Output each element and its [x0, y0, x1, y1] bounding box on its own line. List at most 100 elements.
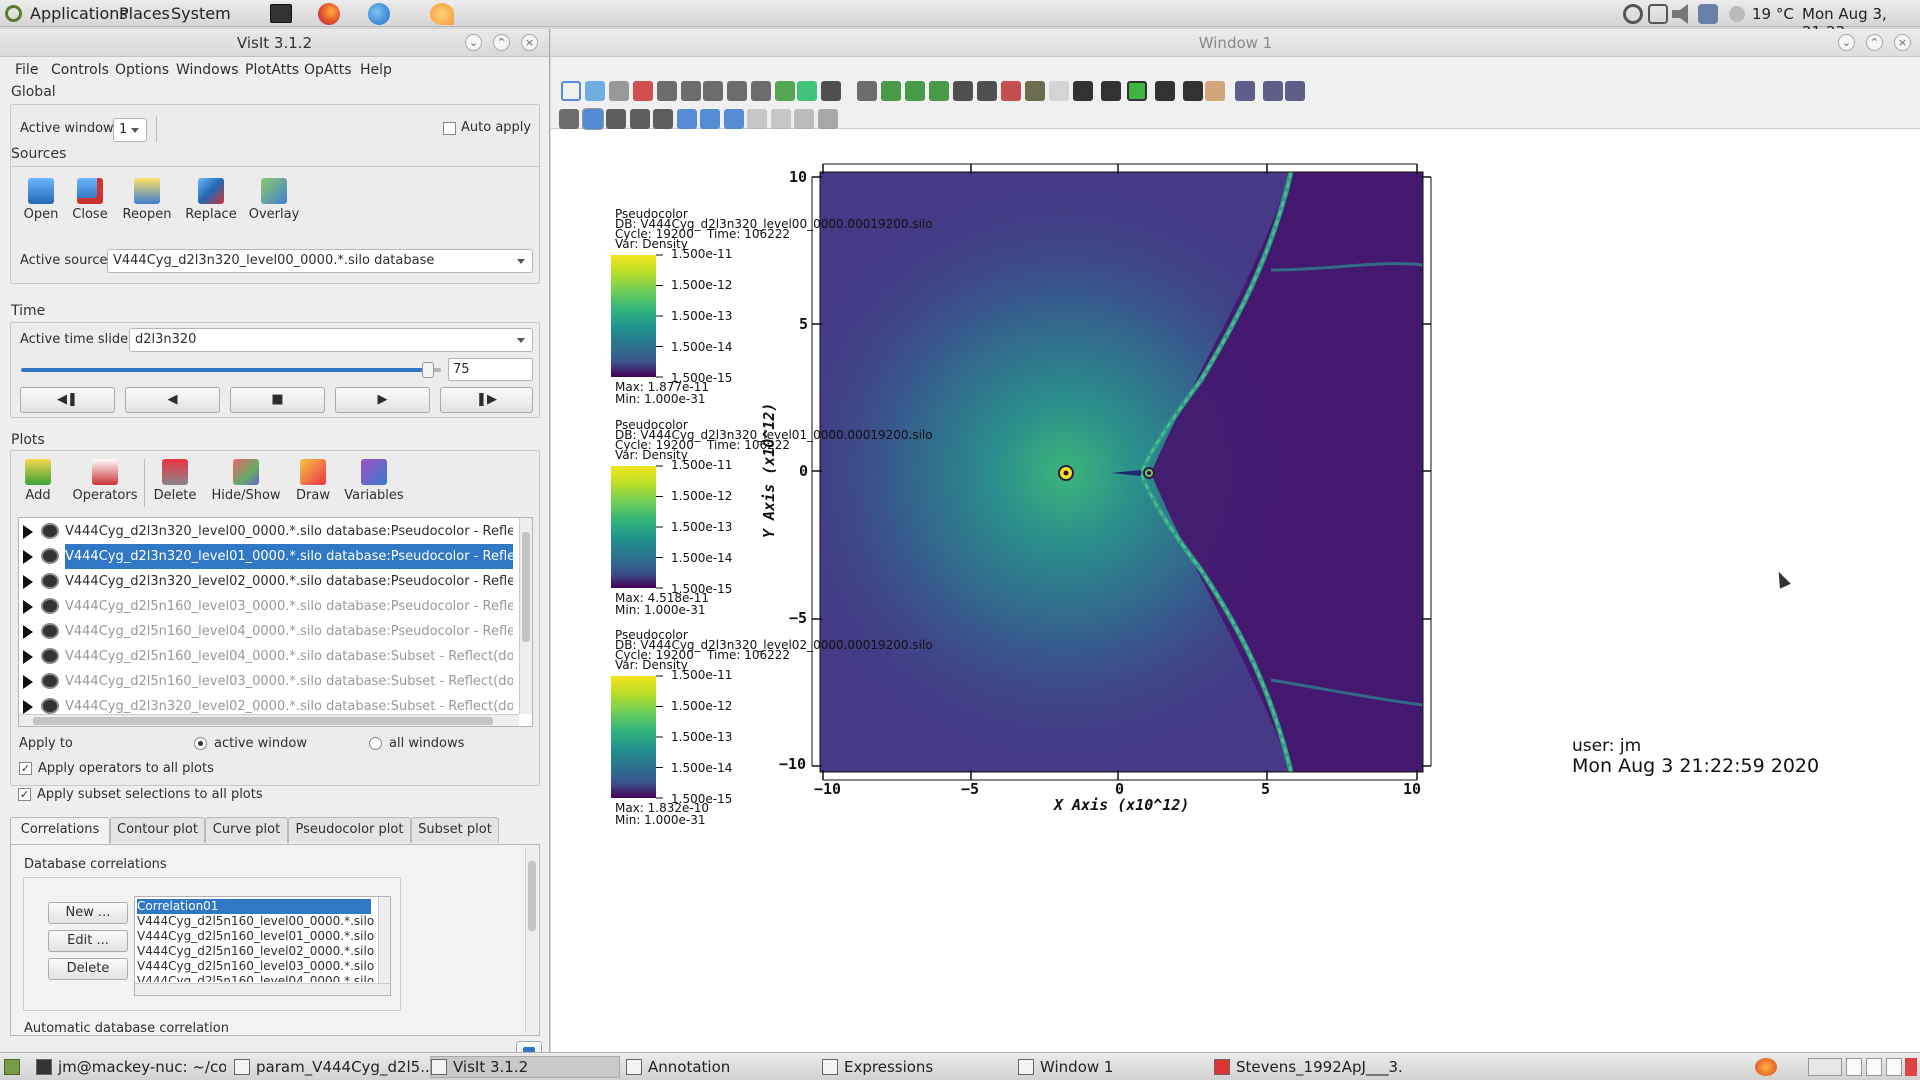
correlation-list-item[interactable]: V444Cyg_d2l5n160_level00_0000.*.silo: [137, 914, 374, 929]
auto-apply-checkbox[interactable]: [443, 122, 456, 135]
taskbar-item-annotation[interactable]: Annotation: [626, 1056, 816, 1078]
reverse-step-icon[interactable]: [1101, 81, 1121, 101]
pick-icon[interactable]: [1263, 81, 1283, 101]
pick-tool-icon[interactable]: [700, 109, 720, 129]
correlation-list[interactable]: Correlation01 V444Cyg_d2l5n160_level00_0…: [134, 896, 391, 996]
apply-subset-checkbox[interactable]: ✓: [18, 788, 31, 801]
expand-arrow-icon[interactable]: [23, 675, 33, 689]
visibility-icon[interactable]: [41, 698, 59, 714]
scrollbar-thumb[interactable]: [528, 861, 536, 931]
firefox-launcher-icon[interactable]: [318, 3, 340, 25]
plot-list-item[interactable]: V444Cyg_d2l5n160_level04_0000.*.silo dat…: [19, 619, 513, 644]
animation-icon[interactable]: [977, 81, 997, 101]
first-frame-icon[interactable]: [1073, 81, 1093, 101]
replace-button[interactable]: Replace: [184, 178, 238, 222]
taskbar-item-terminal[interactable]: jm@mackey-nuc: ~/co...: [36, 1056, 226, 1078]
lock-time-icon[interactable]: [821, 81, 841, 101]
taskbar-item-editor[interactable]: param_V444Cyg_d2l5...: [234, 1056, 430, 1078]
operators-button[interactable]: Operators: [71, 459, 139, 503]
temperature-readout[interactable]: 19 °C: [1752, 5, 1794, 23]
menu-options[interactable]: Options: [115, 62, 169, 78]
gui-titlebar[interactable]: VisIt 3.1.2 ⌄ ⌃ ×: [0, 29, 549, 57]
axis-tool-icon[interactable]: [817, 109, 838, 129]
overlay-button[interactable]: Overlay: [246, 178, 302, 222]
app-launcher-icon[interactable]: [430, 3, 454, 25]
update-icon[interactable]: [1623, 4, 1643, 24]
scrollbar-thumb[interactable]: [33, 717, 493, 725]
minimize-button[interactable]: ⌄: [465, 34, 482, 51]
firefox-tray-icon[interactable]: [1755, 1058, 1777, 1076]
taskbar-item-window1[interactable]: Window 1: [1018, 1056, 1208, 1078]
record-icon[interactable]: [1001, 81, 1021, 101]
distro-logo-icon[interactable]: [5, 5, 22, 22]
hide-show-button[interactable]: Hide/Show: [210, 459, 282, 503]
time-slider-track[interactable]: [21, 362, 441, 378]
navigate-icon[interactable]: [559, 109, 579, 129]
visibility-icon[interactable]: [41, 573, 59, 589]
visibility-icon[interactable]: [41, 623, 59, 639]
stop-animation-icon[interactable]: [1127, 81, 1147, 101]
expand-arrow-icon[interactable]: [23, 625, 33, 639]
menu-windows[interactable]: Windows: [176, 62, 239, 78]
new-correlation-button[interactable]: New ...: [48, 902, 128, 924]
apply-all-windows-radio[interactable]: [369, 737, 382, 750]
interact-mode-icon[interactable]: [561, 81, 581, 101]
scrollbar-thumb[interactable]: [522, 532, 530, 642]
plot-list-item[interactable]: V444Cyg_d2l5n160_level04_0000.*.silo dat…: [19, 644, 513, 669]
visibility-icon[interactable]: [41, 598, 59, 614]
taskbar-item-visit[interactable]: VisIt 3.1.2: [430, 1056, 620, 1078]
save-image-icon[interactable]: [905, 81, 925, 101]
layout-2x2-icon[interactable]: [703, 81, 723, 101]
system-menu[interactable]: System: [171, 4, 231, 23]
tab-panel-scrollbar[interactable]: [525, 847, 538, 1033]
layout-2x4-icon[interactable]: [751, 81, 771, 101]
plot-list-item[interactable]: V444Cyg_d2l3n320_level00_0000.*.silo dat…: [19, 519, 513, 544]
taskbar-item-pdf[interactable]: Stevens_1992ApJ___3...: [1214, 1056, 1404, 1078]
menu-help[interactable]: Help: [360, 62, 392, 78]
clone-window-icon[interactable]: [609, 81, 629, 101]
workspace-2[interactable]: [1846, 1058, 1862, 1076]
print-icon[interactable]: [929, 81, 949, 101]
play-animation-icon[interactable]: [1155, 81, 1175, 101]
volume-icon[interactable]: [1672, 4, 1688, 24]
lock-view-icon[interactable]: [797, 81, 817, 101]
sphere-tool-icon[interactable]: [794, 109, 814, 129]
active-window-select[interactable]: 1: [113, 118, 147, 142]
sphere-icon[interactable]: [1049, 81, 1069, 101]
expand-arrow-icon[interactable]: [23, 700, 33, 714]
plot-list-item[interactable]: V444Cyg_d2l3n320_level01_0000.*.silo dat…: [19, 544, 513, 569]
correlation-list-item[interactable]: V444Cyg_d2l5n160_level03_0000.*.silo: [137, 959, 374, 974]
workspace-4[interactable]: [1886, 1058, 1902, 1076]
tab-correlations[interactable]: Correlations: [10, 817, 110, 844]
menu-controls[interactable]: Controls: [51, 62, 109, 78]
expressions-icon[interactable]: [1205, 81, 1225, 101]
reverse-play-button[interactable]: ◀: [125, 387, 220, 413]
query-icon[interactable]: [1235, 81, 1255, 101]
delete-plot-button[interactable]: Delete: [152, 459, 198, 503]
expand-arrow-icon[interactable]: [23, 600, 33, 614]
delete-correlation-button[interactable]: Delete: [48, 958, 128, 980]
viewer-maximize-button[interactable]: ⌃: [1866, 34, 1883, 51]
correlation-list-item[interactable]: V444Cyg_d2l5n160_level04_0000.*.silo: [137, 974, 374, 982]
menu-plotatts[interactable]: PlotAtts: [245, 62, 299, 78]
layout-1x2-icon[interactable]: [681, 81, 701, 101]
open-button[interactable]: Open: [21, 178, 61, 222]
expand-arrow-icon[interactable]: [23, 550, 33, 564]
places-menu[interactable]: Places: [119, 4, 170, 23]
play-button[interactable]: ▶: [335, 387, 430, 413]
expand-arrow-icon[interactable]: [23, 525, 33, 539]
terminal-launcher-icon[interactable]: [270, 4, 292, 23]
applications-menu[interactable]: Applications: [30, 4, 128, 23]
taskbar-item-expressions[interactable]: Expressions: [822, 1056, 1012, 1078]
time-state-field[interactable]: 75: [448, 358, 533, 381]
stop-button[interactable]: ■: [230, 387, 325, 413]
viewer-close-button[interactable]: ×: [1894, 34, 1911, 51]
tab-pseudocolor-plot[interactable]: Pseudocolor plot: [288, 817, 411, 843]
plot-list-item[interactable]: V444Cyg_d2l5n160_level03_0000.*.silo dat…: [19, 594, 513, 619]
reopen-button[interactable]: Reopen: [122, 178, 172, 222]
render-icon[interactable]: [881, 81, 901, 101]
active-source-select[interactable]: V444Cyg_d2l3n320_level00_0000.*.silo dat…: [107, 249, 533, 273]
viewer-titlebar[interactable]: Window 1 ⌄ ⌃ ×: [551, 29, 1920, 57]
lineout-tool-icon[interactable]: [676, 109, 697, 129]
visibility-icon[interactable]: [41, 523, 59, 539]
